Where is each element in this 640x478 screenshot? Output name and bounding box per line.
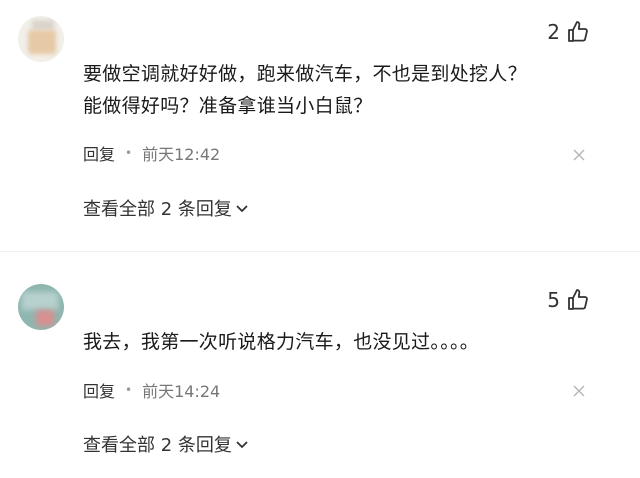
comment-meta: 回复 • 前天14:24 xyxy=(83,378,220,402)
avatar-blur xyxy=(22,292,58,310)
close-icon[interactable] xyxy=(573,385,585,397)
avatar[interactable] xyxy=(18,16,64,62)
avatar-blur xyxy=(32,20,54,30)
close-icon[interactable] xyxy=(573,149,585,161)
chevron-down-icon xyxy=(236,441,248,449)
avatar-blur xyxy=(36,310,54,326)
comment-text-line: 我去，我第一次听说格力汽车，也没见过。。。。 xyxy=(83,331,480,353)
thumbs-up-icon xyxy=(568,21,588,42)
like-button[interactable]: 5 xyxy=(547,288,590,312)
comment-text: 要做空调就好好做，跑来做汽车，不也是到处挖人？ 能做得好吗？准备拿谁当小白鼠？ xyxy=(83,58,600,122)
avatar-blur xyxy=(28,30,56,54)
separator-dot: • xyxy=(125,146,133,160)
comment-time: 前天14:24 xyxy=(142,382,221,401)
like-count: 5 xyxy=(547,288,560,312)
reply-button[interactable]: 回复 xyxy=(83,141,115,165)
chevron-down-icon xyxy=(236,205,248,213)
comment-time: 前天12:42 xyxy=(142,145,221,164)
comment-meta: 回复 • 前天12:42 xyxy=(83,141,220,165)
view-replies-button[interactable]: 查看全部 2 条回复 xyxy=(83,431,249,457)
view-replies-label: 查看全部 2 条回复 xyxy=(83,199,232,220)
comment-text-line: 能做得好吗？准备拿谁当小白鼠？ xyxy=(83,95,373,117)
thumbs-up-icon xyxy=(568,289,588,310)
separator-dot: • xyxy=(125,383,133,397)
view-replies-label: 查看全部 2 条回复 xyxy=(83,435,232,456)
reply-button[interactable]: 回复 xyxy=(83,378,115,402)
comment-text: 我去，我第一次听说格力汽车，也没见过。。。。 xyxy=(83,326,600,358)
avatar[interactable] xyxy=(18,284,64,330)
like-button[interactable]: 2 xyxy=(547,20,590,44)
view-replies-button[interactable]: 查看全部 2 条回复 xyxy=(83,195,249,221)
like-count: 2 xyxy=(547,20,560,44)
comment-divider xyxy=(0,251,640,252)
comment-text-line: 要做空调就好好做，跑来做汽车，不也是到处挖人？ xyxy=(83,63,527,85)
